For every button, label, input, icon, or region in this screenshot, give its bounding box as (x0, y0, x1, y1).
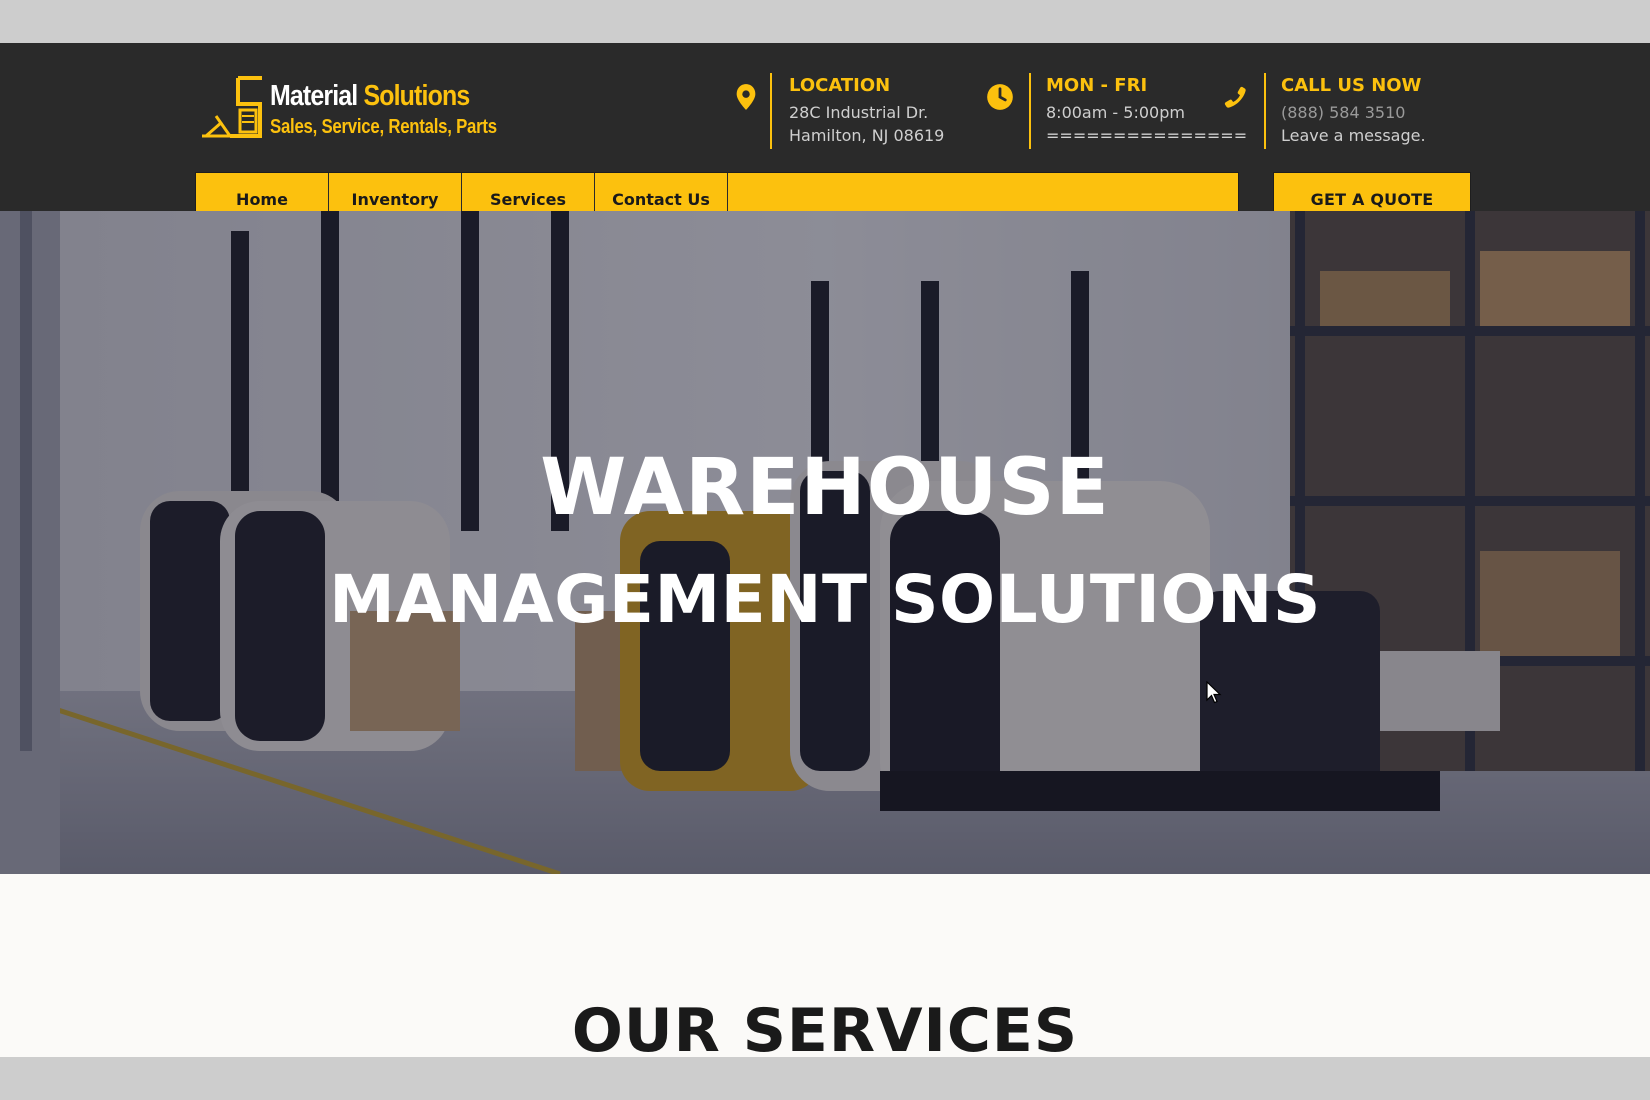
phone-number-link[interactable]: (888) 584 3510 (1281, 103, 1405, 122)
location-info: LOCATION 28C Industrial Dr. Hamilton, NJ… (732, 73, 962, 149)
hours-divider (1029, 73, 1031, 149)
location-divider (770, 73, 772, 149)
services-heading: OUR SERVICES (571, 996, 1079, 1057)
logo-word-material: Material (270, 80, 358, 112)
browser-bottom-margin (0, 1057, 1650, 1100)
site-logo[interactable]: Material Solutions Sales, Service, Renta… (200, 74, 530, 184)
logo-word-solutions: Solutions (363, 80, 470, 112)
hours-title: MON - FRI (1046, 75, 1148, 96)
hours-separator: =============== (1046, 126, 1248, 145)
location-street: 28C Industrial Dr. (789, 103, 929, 122)
hours-info: MON - FRI 8:00am - 5:00pm ==============… (986, 73, 1247, 149)
hero-title-line-1: WAREHOUSE (540, 443, 1110, 533)
browser-top-margin (0, 0, 1650, 43)
phone-message-text: Leave a message. (1281, 126, 1426, 145)
phone-info: CALL US NOW (888) 584 3510 Leave a messa… (1221, 73, 1441, 149)
hero-banner: WAREHOUSE MANAGEMENT SOLUTIONS (0, 211, 1650, 874)
hero-dark-overlay (0, 211, 1650, 874)
phone-divider (1264, 73, 1266, 149)
logo-wordmark: Material Solutions (270, 80, 470, 113)
phone-title: CALL US NOW (1281, 75, 1422, 96)
clock-icon (987, 84, 1013, 110)
location-city: Hamilton, NJ 08619 (789, 126, 945, 145)
services-section: OUR SERVICES (0, 874, 1650, 1057)
location-title: LOCATION (789, 75, 891, 96)
mouse-cursor-icon (1206, 681, 1222, 704)
logo-tagline: Sales, Service, Rentals, Parts (270, 116, 497, 138)
map-pin-icon (736, 84, 756, 110)
hours-time: 8:00am - 5:00pm (1046, 103, 1185, 122)
hero-title-line-2: MANAGEMENT SOLUTIONS (329, 561, 1321, 638)
phone-icon (1224, 86, 1246, 108)
forklift-logo-icon (202, 76, 262, 138)
